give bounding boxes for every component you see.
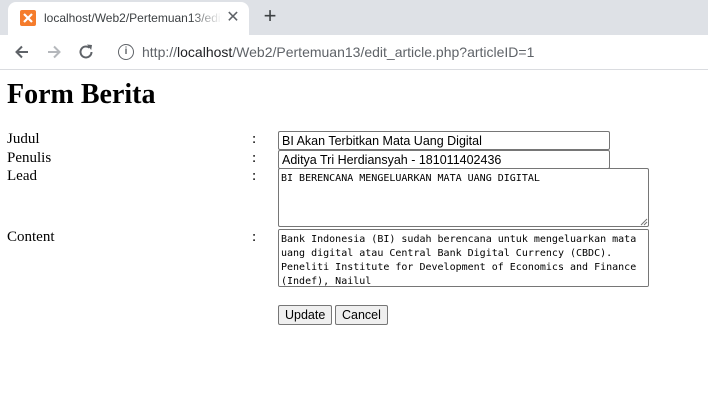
back-arrow-icon[interactable] [12,42,32,62]
penulis-separator: : [252,150,257,166]
content-separator: : [252,229,257,245]
browser-tab[interactable]: localhost/Web2/Pertemuan13/edit_article.… [8,2,249,35]
tab-title: localhost/Web2/Pertemuan13/edit_article.… [44,11,222,25]
cancel-button[interactable]: Cancel [335,305,388,325]
update-button[interactable]: Update [278,305,333,325]
xampp-favicon-icon [20,10,36,26]
url-scheme: http:// [142,44,178,60]
site-info-icon[interactable]: i [118,44,134,60]
new-tab-button[interactable]: + [259,5,281,28]
tab-strip: localhost/Web2/Pertemuan13/edit_article.… [0,0,708,35]
close-tab-icon[interactable]: ✕ [225,10,241,26]
lead-separator: : [252,168,257,184]
content-textarea[interactable]: Bank Indonesia (BI) sudah berencana untu… [278,229,649,287]
lead-resize-handle-icon[interactable] [640,218,648,226]
lead-label: Lead [7,168,37,184]
forward-arrow-icon[interactable] [44,42,64,62]
lead-textarea[interactable]: BI BERENCANA MENGELUARKAN MATA UANG DIGI… [278,168,649,227]
judul-separator: : [252,131,257,147]
reload-icon[interactable] [76,42,96,62]
judul-input[interactable] [278,131,610,150]
page-title: Form Berita [7,79,156,110]
judul-label: Judul [7,131,40,147]
penulis-label: Penulis [7,150,52,166]
penulis-input[interactable] [278,150,610,169]
url-path: /Web2/Pertemuan13/edit_article.php?artic… [232,44,535,60]
content-label: Content [7,229,55,245]
address-bar[interactable]: http://localhost/Web2/Pertemuan13/edit_a… [142,44,534,60]
url-host: localhost [177,44,233,60]
